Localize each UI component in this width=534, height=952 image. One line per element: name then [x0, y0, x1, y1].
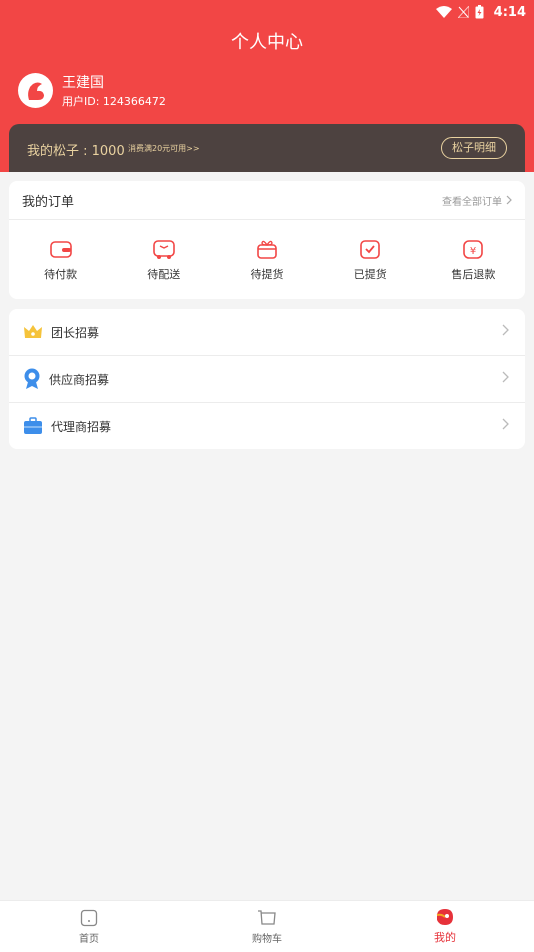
menu-agent-recruit[interactable]: 代理商招募 — [9, 403, 525, 449]
points-balance: 我的松子 : 1000 — [27, 144, 125, 159]
crown-icon — [24, 325, 42, 338]
order-picked-up-label: 已提货 — [353, 268, 387, 281]
menu-card: 团长招募 供应商招募 代理商招募 — [9, 309, 525, 449]
gift-box-icon — [257, 240, 277, 259]
order-pending-pickup-label: 待提货 — [250, 268, 284, 281]
briefcase-icon — [24, 417, 42, 434]
order-refund-label: 售后退款 — [451, 268, 496, 281]
menu-supplier-recruit[interactable]: 供应商招募 — [9, 356, 525, 403]
chevron-right-icon — [502, 418, 509, 430]
bottom-tab-bar: 首页 购物车 我的 — [0, 900, 534, 952]
orders-title: 我的订单 — [22, 194, 75, 210]
svg-text:¥: ¥ — [470, 246, 476, 257]
chevron-right-icon — [502, 324, 509, 336]
tab-home-label: 首页 — [79, 933, 99, 945]
menu-leader-recruit-label: 团长招募 — [51, 325, 100, 340]
status-bar: 4:14 — [435, 0, 526, 24]
orders-header: 我的订单 查看全部订单 — [9, 181, 525, 220]
order-pending-payment[interactable]: 待付款 — [9, 220, 112, 300]
squirrel-logo-icon — [27, 82, 44, 100]
chevron-right-icon — [506, 195, 512, 205]
tab-cart[interactable]: 购物车 — [178, 901, 356, 952]
view-all-orders-label: 查看全部订单 — [442, 196, 502, 208]
tab-home[interactable]: 首页 — [0, 901, 178, 952]
home-icon — [80, 909, 98, 926]
clock: 4:14 — [493, 4, 526, 20]
order-refund[interactable]: ¥ 售后退款 — [422, 220, 525, 300]
avatar[interactable] — [18, 73, 53, 108]
wallet-icon — [49, 241, 72, 258]
page-title: 个人中心 — [231, 32, 303, 53]
tab-profile[interactable]: 我的 — [356, 901, 534, 952]
orders-card: 我的订单 查看全部订单 待付款 待配送 待提货 已提货 ¥ 售后退款 — [9, 181, 525, 299]
menu-leader-recruit[interactable]: 团长招募 — [9, 309, 525, 356]
user-id: 用户ID: 124366472 — [62, 95, 166, 108]
order-pending-delivery-label: 待配送 — [147, 268, 181, 281]
order-pending-payment-label: 待付款 — [44, 268, 78, 281]
refund-icon: ¥ — [463, 240, 484, 259]
no-signal-icon — [457, 6, 469, 18]
cart-icon — [258, 909, 276, 925]
medal-icon — [24, 368, 40, 389]
delivery-icon — [152, 240, 175, 259]
tab-profile-label: 我的 — [434, 931, 456, 944]
order-pending-delivery[interactable]: 待配送 — [112, 220, 215, 300]
wifi-icon — [435, 6, 452, 18]
points-card: 我的松子 : 1000 消费满20元可用>> 松子明细 — [9, 124, 525, 172]
view-all-orders-link[interactable]: 查看全部订单 — [442, 193, 512, 208]
profile-icon — [436, 909, 453, 925]
order-pending-pickup[interactable]: 待提货 — [215, 220, 318, 300]
check-box-icon — [360, 240, 381, 259]
points-tip[interactable]: 消费满20元可用>> — [128, 143, 200, 154]
header: 4:14 个人中心 王建国 用户ID: 124366472 我的松子 : 100… — [0, 0, 534, 172]
chevron-right-icon — [502, 371, 509, 383]
user-name: 王建国 — [62, 75, 104, 91]
order-picked-up[interactable]: 已提货 — [319, 220, 422, 300]
menu-agent-recruit-label: 代理商招募 — [51, 419, 112, 434]
points-detail-button[interactable]: 松子明细 — [441, 137, 507, 159]
menu-supplier-recruit-label: 供应商招募 — [49, 372, 110, 387]
tab-cart-label: 购物车 — [252, 933, 282, 945]
battery-icon — [475, 5, 484, 19]
